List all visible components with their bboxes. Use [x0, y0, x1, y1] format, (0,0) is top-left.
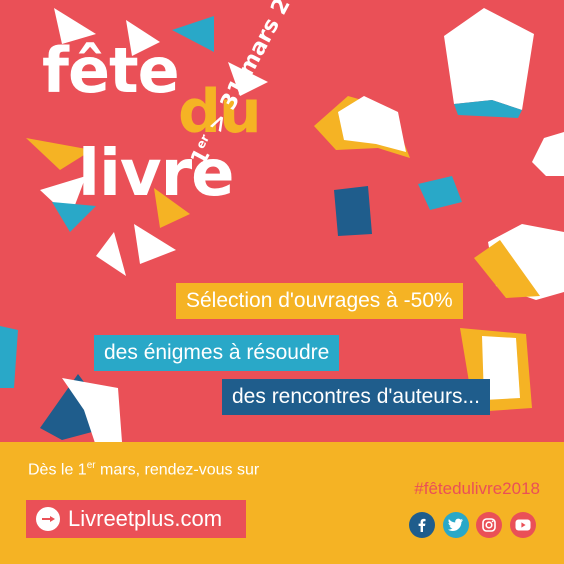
intro-suffix: er [86, 460, 96, 471]
banner-puzzles: des énigmes à résoudre [94, 335, 340, 371]
logo-word-fete: fête [42, 34, 180, 107]
banner-discount: Sélection d'ouvrages à -50% [176, 283, 463, 319]
date-end: > 31 mars 2018 [203, 0, 318, 138]
youtube-icon[interactable] [510, 512, 536, 538]
facebook-icon[interactable] [409, 512, 435, 538]
website-url: Livreetplus.com [68, 506, 223, 531]
intro-after: mars, rendez-vous sur [95, 461, 260, 479]
event-logo: fête du livre 1er > 31 mars 2018 [0, 0, 320, 290]
intro-before: Dès le 1 [28, 461, 87, 479]
twitter-icon[interactable] [443, 512, 469, 538]
footer-intro-text: Dès le 1er mars, rendez-vous sur [28, 460, 259, 479]
banner-author-meetings: des rencontres d'auteurs... [222, 379, 490, 415]
event-hashtag: #fêtedulivre2018 [414, 479, 540, 498]
instagram-icon[interactable] [476, 512, 502, 538]
hand-pointing-icon [36, 507, 60, 531]
website-link[interactable]: Livreetplus.com [26, 500, 246, 538]
